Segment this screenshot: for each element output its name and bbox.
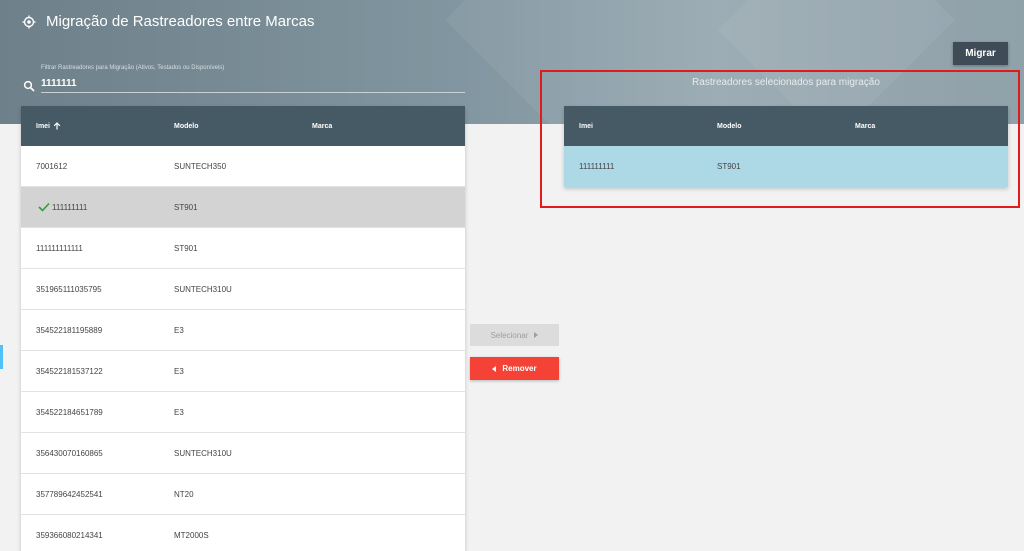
filter-label: Filtrar Rastreadores para Migração (Ativ… xyxy=(41,65,225,71)
search-icon xyxy=(23,80,35,92)
arrow-up-icon xyxy=(53,122,61,130)
table-row[interactable]: 356430070160865 SUNTECH310U xyxy=(21,433,465,474)
column-header-marca[interactable]: Marca xyxy=(312,123,332,130)
table-row[interactable]: 351965111035795 SUNTECH310U xyxy=(21,269,465,310)
chevron-right-icon xyxy=(534,332,539,338)
remover-button[interactable]: Remover xyxy=(470,357,559,380)
selected-table-row[interactable]: 111111111 ST901 xyxy=(564,146,1008,187)
check-icon xyxy=(38,202,50,212)
column-header-modelo[interactable]: Modelo xyxy=(717,123,742,130)
migrar-button[interactable]: Migrar xyxy=(953,42,1008,65)
table-row[interactable]: 359366080214341 MT2000S xyxy=(21,515,465,551)
table-row-selected[interactable]: 111111111 ST901 xyxy=(21,187,465,228)
gps-target-icon xyxy=(22,15,36,28)
chevron-left-icon xyxy=(492,365,497,372)
page-header: Migração de Rastreadores entre Marcas xyxy=(22,13,314,30)
column-header-marca[interactable]: Marca xyxy=(855,123,875,130)
table-row[interactable]: 357789642452541 NT20 xyxy=(21,474,465,515)
table-row[interactable]: 354522184651789 E3 xyxy=(21,392,465,433)
available-trackers-table: Imei Modelo Marca 7001612 SUNTECH350 111… xyxy=(21,106,465,551)
selected-trackers-heading: Rastreadores selecionados para migração xyxy=(692,77,880,88)
table-header: Imei Modelo Marca xyxy=(21,106,465,146)
selecionar-button[interactable]: Selecionar xyxy=(470,324,559,346)
column-header-imei[interactable]: Imei xyxy=(579,123,593,130)
page-title: Migração de Rastreadores entre Marcas xyxy=(46,13,315,30)
table-row[interactable]: 7001612 SUNTECH350 xyxy=(21,146,465,187)
table-row[interactable]: 354522181537122 E3 xyxy=(21,351,465,392)
search-input[interactable] xyxy=(41,75,465,93)
column-header-imei[interactable]: Imei xyxy=(36,122,61,130)
table-row[interactable]: 354522181195889 E3 xyxy=(21,310,465,351)
edge-accent xyxy=(0,345,3,369)
column-header-modelo[interactable]: Modelo xyxy=(174,123,199,130)
selected-trackers-table: Imei Modelo Marca 111111111 ST901 xyxy=(564,106,1008,187)
table-header: Imei Modelo Marca xyxy=(564,106,1008,146)
table-row[interactable]: 111111111111 ST901 xyxy=(21,228,465,269)
